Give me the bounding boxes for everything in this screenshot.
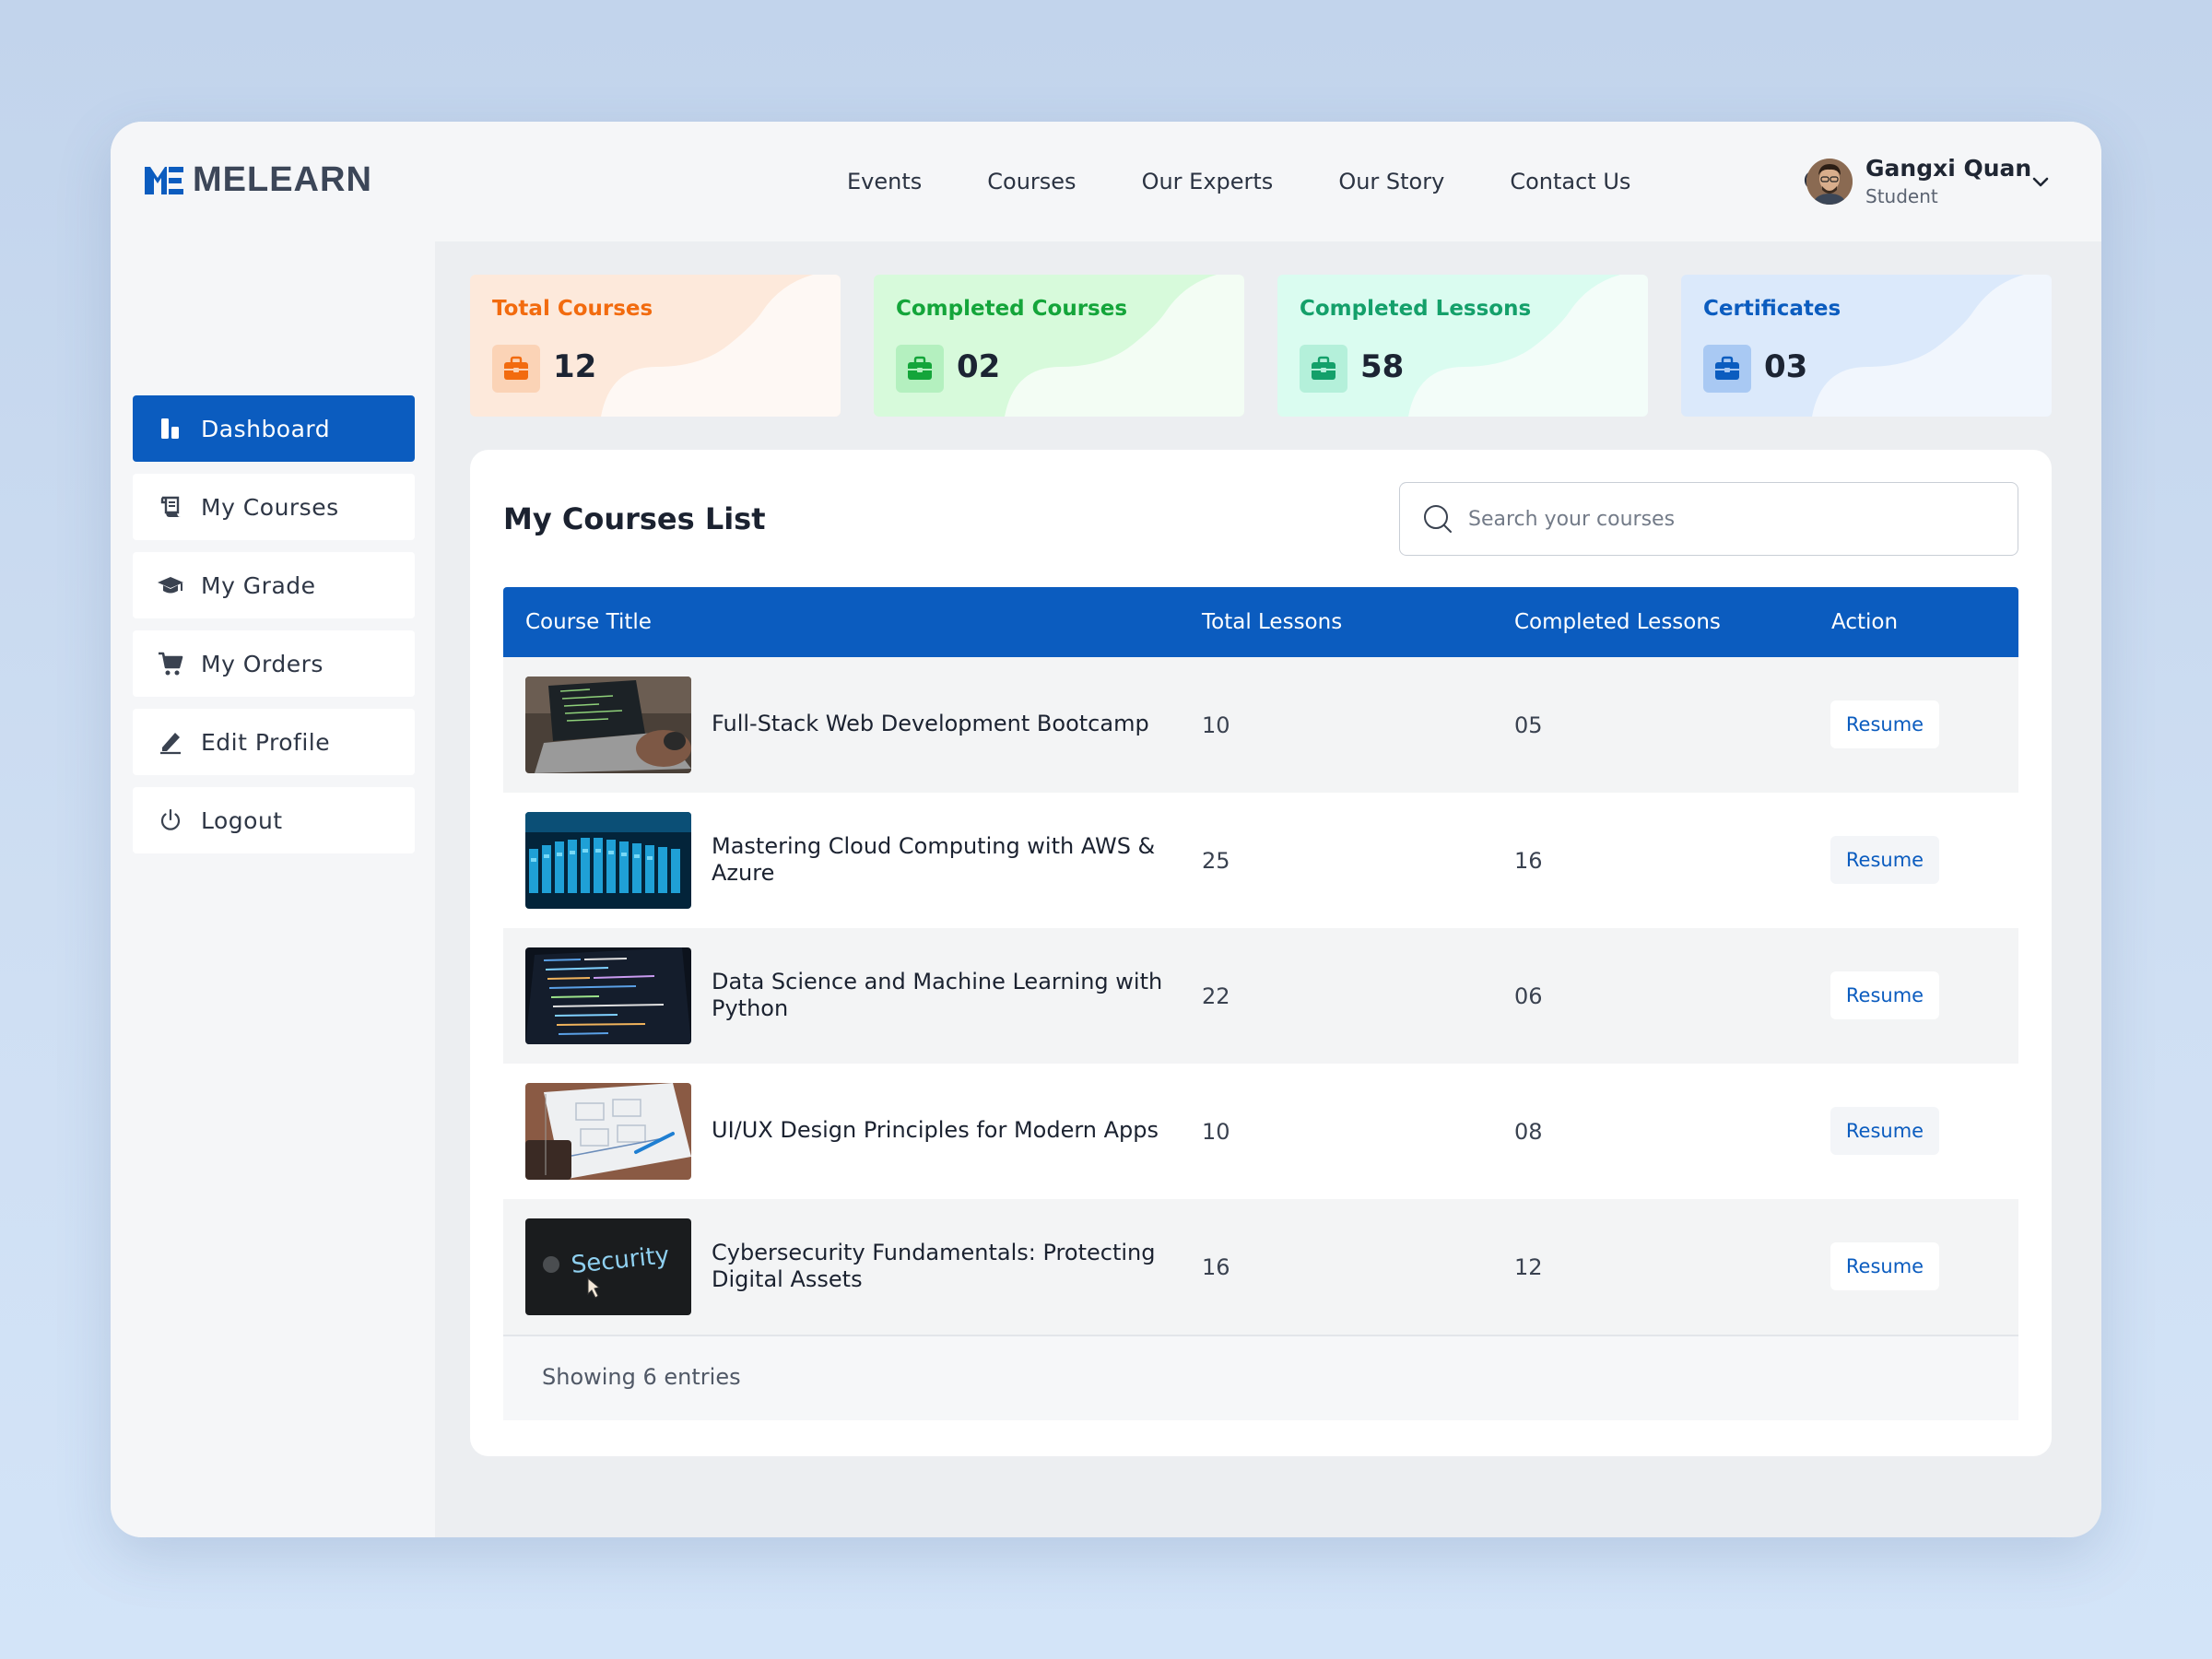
user-name: Gangxi Quan xyxy=(1865,155,2032,182)
user-role: Student xyxy=(1865,185,1938,207)
resume-button[interactable]: Resume xyxy=(1830,1107,1939,1155)
user-profile[interactable]: Gangxi Quan Student xyxy=(1806,155,2031,207)
col-course-title[interactable]: Course Title xyxy=(525,610,652,634)
page-title: My Courses List xyxy=(503,501,766,536)
sidebar-item-my-orders[interactable]: My Orders xyxy=(133,630,415,697)
completed-lessons: 12 xyxy=(1514,1254,1543,1280)
completed-lessons: 16 xyxy=(1514,848,1543,874)
logo-mark-icon xyxy=(143,165,185,196)
search-icon xyxy=(1424,505,1452,533)
stat-title: Completed Courses xyxy=(896,297,1128,321)
col-total-lessons[interactable]: Total Lessons xyxy=(1202,610,1342,634)
course-search-box[interactable] xyxy=(1399,482,2018,556)
courses-table: Course Title Total Lessons Completed Les… xyxy=(503,587,2018,1420)
stat-card-completed-courses[interactable]: Completed Courses 02 xyxy=(874,275,1244,417)
course-title[interactable]: Cybersecurity Fundamentals: Protecting D… xyxy=(712,1240,1172,1293)
stat-value: 12 xyxy=(553,348,597,385)
card-wave-decoration xyxy=(1812,275,2052,417)
stat-value: 58 xyxy=(1360,348,1405,385)
entries-count: Showing 6 entries xyxy=(542,1364,741,1390)
table-row[interactable]: Mastering Cloud Computing with AWS & Azu… xyxy=(503,793,2018,928)
stat-card-total-courses[interactable]: Total Courses 12 xyxy=(470,275,841,417)
completed-lessons: 05 xyxy=(1514,712,1543,738)
briefcase-icon xyxy=(1703,345,1751,393)
table-header: Course Title Total Lessons Completed Les… xyxy=(503,587,2018,657)
course-thumbnail xyxy=(525,1083,691,1180)
table-row[interactable]: Data Science and Machine Learning with P… xyxy=(503,928,2018,1064)
total-lessons: 10 xyxy=(1202,1119,1230,1145)
sidebar-item-label: Dashboard xyxy=(201,415,331,442)
course-title[interactable]: Data Science and Machine Learning with P… xyxy=(712,969,1172,1022)
sidebar-item-my-courses[interactable]: My Courses xyxy=(133,474,415,540)
top-header: MELEARN Events Courses Our Experts Our S… xyxy=(111,122,2101,241)
dashboard-icon xyxy=(157,415,184,442)
avatar xyxy=(1806,158,1853,205)
sidebar-item-dashboard[interactable]: Dashboard xyxy=(133,395,415,462)
sidebar-item-label: My Orders xyxy=(201,650,324,677)
main-nav: Events Courses Our Experts Our Story Con… xyxy=(847,122,1630,241)
resume-button[interactable]: Resume xyxy=(1830,836,1939,884)
course-thumbnail xyxy=(525,677,691,773)
search-input[interactable] xyxy=(1468,507,1984,531)
total-lessons: 16 xyxy=(1202,1254,1230,1280)
briefcase-icon xyxy=(492,345,540,393)
briefcase-icon xyxy=(896,345,944,393)
total-lessons: 22 xyxy=(1202,983,1230,1009)
table-row[interactable]: Full-Stack Web Development Bootcamp 10 0… xyxy=(503,657,2018,793)
table-footer: Showing 6 entries xyxy=(503,1335,2018,1420)
brand-name: MELEARN xyxy=(193,160,372,199)
course-title[interactable]: Mastering Cloud Computing with AWS & Azu… xyxy=(712,833,1172,887)
completed-lessons: 08 xyxy=(1514,1119,1543,1145)
sidebar-item-my-grade[interactable]: My Grade xyxy=(133,552,415,618)
nav-our-experts[interactable]: Our Experts xyxy=(1142,169,1274,194)
stat-title: Completed Lessons xyxy=(1300,297,1532,321)
course-thumbnail: Security xyxy=(525,1218,691,1315)
cart-icon xyxy=(157,650,184,677)
nav-courses[interactable]: Courses xyxy=(987,169,1076,194)
table-row[interactable]: Security Cybersecurity Fundamentals: Pro… xyxy=(503,1199,2018,1335)
sidebar-item-label: Logout xyxy=(201,806,283,834)
stat-value: 03 xyxy=(1764,348,1808,385)
nav-our-story[interactable]: Our Story xyxy=(1338,169,1444,194)
sidebar-item-label: Edit Profile xyxy=(201,728,331,756)
nav-events[interactable]: Events xyxy=(847,169,922,194)
resume-button[interactable]: Resume xyxy=(1830,1242,1939,1290)
courses-panel: My Courses List Course Title Total Lesso… xyxy=(470,450,2052,1456)
stat-card-certificates[interactable]: Certificates 03 xyxy=(1681,275,2052,417)
col-action[interactable]: Action xyxy=(1831,610,1898,634)
profile-dropdown-toggle[interactable] xyxy=(2028,170,2053,195)
table-row[interactable]: UI/UX Design Principles for Modern Apps … xyxy=(503,1064,2018,1199)
scroll-icon xyxy=(157,493,184,521)
course-thumbnail xyxy=(525,812,691,909)
sidebar: Dashboard My Courses My Grade My Orders … xyxy=(111,241,435,1537)
pencil-icon xyxy=(157,728,184,756)
sidebar-item-edit-profile[interactable]: Edit Profile xyxy=(133,709,415,775)
sidebar-item-label: My Courses xyxy=(201,493,339,521)
graduation-cap-icon xyxy=(157,571,184,599)
resume-button[interactable]: Resume xyxy=(1830,700,1939,748)
course-thumbnail xyxy=(525,947,691,1044)
resume-button[interactable]: Resume xyxy=(1830,971,1939,1019)
stat-card-completed-lessons[interactable]: Completed Lessons 58 xyxy=(1277,275,1648,417)
stat-value: 02 xyxy=(957,348,1001,385)
col-completed-lessons[interactable]: Completed Lessons xyxy=(1514,610,1721,634)
nav-contact-us[interactable]: Contact Us xyxy=(1510,169,1630,194)
total-lessons: 10 xyxy=(1202,712,1230,738)
course-title[interactable]: Full-Stack Web Development Bootcamp xyxy=(712,711,1172,737)
completed-lessons: 06 xyxy=(1514,983,1543,1009)
stat-title: Total Courses xyxy=(492,297,653,321)
sidebar-item-label: My Grade xyxy=(201,571,316,599)
briefcase-icon xyxy=(1300,345,1347,393)
total-lessons: 25 xyxy=(1202,848,1230,874)
brand-logo[interactable]: MELEARN xyxy=(143,160,372,200)
chevron-down-icon xyxy=(2032,177,2049,187)
sidebar-item-logout[interactable]: Logout xyxy=(133,787,415,853)
app-window: MELEARN Events Courses Our Experts Our S… xyxy=(111,122,2101,1537)
power-icon xyxy=(157,806,184,834)
course-title[interactable]: UI/UX Design Principles for Modern Apps xyxy=(712,1117,1172,1144)
stat-title: Certificates xyxy=(1703,297,1841,321)
